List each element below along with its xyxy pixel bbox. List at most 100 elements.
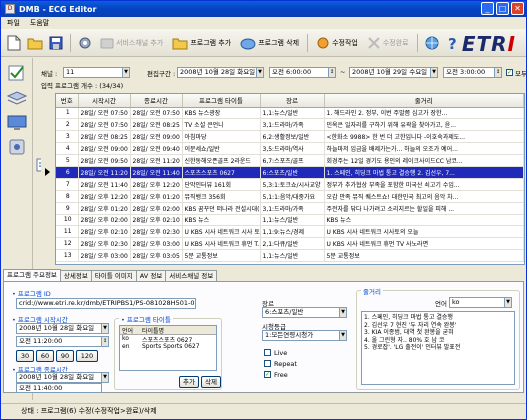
table-cell: 13	[56, 249, 79, 263]
column-header-genre[interactable]: 장르	[260, 94, 325, 108]
table-cell: KBS 뉴스	[182, 214, 261, 227]
table-cell: 하늘마저 임금을 배제가는가... 하늘의 오조가 예어...	[324, 142, 524, 156]
synopsis-language-dropdown-icon[interactable]: ▼	[504, 297, 512, 308]
table-row[interactable]: 7 28일/ 오전 11:40 28일/ 오후 12:20 단막인터뷰 161회 5,3…	[56, 178, 524, 191]
column-header-start-time[interactable]: 시작시간	[78, 94, 131, 108]
table-row[interactable]: 6 28일/ 오전 11:20 28일/ 오전 11:40 스포츠스포츠 0627 6:…	[56, 166, 524, 179]
column-header-title[interactable]: 프로그램 타이틀	[182, 94, 261, 108]
synopsis-textarea[interactable]: 1. 스페인, 히딩크 마법 통고 결승행 2. 김선우 7 현진 '두 자리 …	[361, 311, 515, 385]
channel-dropdown-icon[interactable]: ▼	[122, 67, 130, 78]
table-cell: 28일/ 오후 12:20	[78, 190, 131, 203]
minimize-button[interactable]: _	[481, 2, 494, 15]
program-end-date-field[interactable]: 2008년 10월 28일 화요일	[16, 372, 102, 383]
title-list-header: 언어 타이틀명	[120, 326, 216, 335]
main-info-panel: • 프로그램 ID crid://www.etri.re.kr/dmb/ETRI…	[3, 281, 524, 393]
tab-title-image[interactable]: 타이틀 이미지	[90, 270, 137, 281]
table-cell: 28일/ 오전 08:25	[130, 118, 183, 132]
program-end-time-field[interactable]: 오전 11:40:00	[16, 383, 102, 393]
table-row[interactable]: 3 28일/ 오전 08:25 28일/ 오전 09:00 아침마당 6,2:생활정보/…	[56, 130, 524, 144]
help-icon[interactable]: ?	[444, 34, 462, 52]
rating-select[interactable]: 1:모든연령시청가	[262, 330, 340, 341]
table-row[interactable]: 1 28일/ 오전 07:50 28일/ 오전 07:50 KBS 뉴스광장 1,1:뉴…	[56, 107, 524, 120]
delete-title-button[interactable]: 삭제	[201, 376, 221, 388]
table-row[interactable]: 13 28일/ 오후 03:00 28일/ 오후 03:05 5분 교통정보 1,1:뉴…	[56, 249, 524, 263]
table-cell: 28일/ 오전 07:50	[130, 107, 183, 120]
table-cell: 5,1:1:음악/대중가요	[260, 190, 325, 203]
globe-icon[interactable]	[423, 34, 441, 52]
end-time-field[interactable]: 오전 3:00:00	[443, 67, 495, 78]
add-title-button[interactable]: 추가	[179, 376, 199, 388]
check-icon[interactable]	[5, 62, 29, 84]
column-header-synopsis[interactable]: 줄거리	[324, 94, 524, 108]
title-name: Sports Sports 0627	[142, 343, 200, 350]
list-item[interactable]: en Sports Sports 0627	[120, 343, 216, 351]
new-file-icon[interactable]	[5, 34, 23, 52]
open-folder-icon[interactable]	[26, 34, 44, 52]
program-start-time-field[interactable]: 오전 11:20:00	[16, 336, 102, 347]
save-icon[interactable]	[47, 34, 65, 52]
title-bar[interactable]: D DMB - ECG Editor _ □ ✕	[1, 1, 526, 17]
table-row[interactable]: 4 28일/ 오전 09:00 28일/ 오전 09:40 이문세쇼/일반 3,5:드라…	[56, 142, 524, 156]
program-id-field[interactable]: crid://www.etri.re.kr/dmb/ETRIPBS1/PS-08…	[16, 298, 196, 309]
table-row[interactable]: 2 28일/ 오전 07:50 28일/ 오전 08:25 TV 소설 큰언니 3,1:…	[56, 118, 524, 132]
start-time-field[interactable]: 오전 6:00:00	[269, 67, 329, 78]
table-row[interactable]: 12 28일/ 오후 02:30 28일/ 오후 03:00 U KBS 시사 네트워…	[56, 237, 524, 251]
delete-program-button[interactable]: 프로그램 삭제	[237, 33, 302, 53]
live-checkbox[interactable]	[264, 349, 271, 356]
program-start-date-field[interactable]: 2008년 10월 28일 화요일	[16, 323, 102, 334]
menu-file[interactable]: 파일	[7, 18, 20, 28]
table-cell: 6	[56, 166, 79, 179]
edit-complete-button[interactable]: 수정완료	[364, 33, 412, 53]
quick-90-button[interactable]: 90	[56, 350, 74, 362]
menu-help[interactable]: 도움말	[30, 18, 49, 28]
add-program-button[interactable]: 프로그램 추가	[169, 33, 234, 53]
maximize-button[interactable]: □	[496, 2, 509, 15]
channel-select[interactable]: 11	[63, 67, 123, 78]
device-icon[interactable]	[5, 136, 29, 158]
table-row[interactable]: 9 28일/ 오후 01:20 28일/ 오후 02:00 KBS 꿈꾸던 떠나라 전…	[56, 202, 524, 215]
table-cell: 1,1:뉴스/일반	[260, 107, 325, 120]
tab-main-info[interactable]: 프로그램 주요정보	[3, 269, 61, 281]
monitor-icon[interactable]	[5, 112, 29, 134]
quick-120-button[interactable]: 120	[76, 350, 98, 362]
edit-work-button[interactable]: 수정작업	[313, 33, 361, 53]
table-row[interactable]: 11 28일/ 오후 02:10 28일/ 오후 02:30 U KBS 시사 네트워…	[56, 225, 524, 239]
table-row[interactable]: 10 28일/ 오후 02:00 28일/ 오후 02:10 KBS 뉴스 1,1:뉴스…	[56, 214, 524, 227]
tab-av-info[interactable]: AV 정보	[135, 270, 167, 281]
table-row[interactable]: 5 28일/ 오전 09:50 28일/ 오전 11:20 신한동해오픈골프 2라운드…	[56, 154, 524, 167]
add-program-label: 프로그램 추가	[190, 38, 232, 47]
quick-60-button[interactable]: 60	[36, 350, 54, 362]
column-header-number[interactable]: 번호	[56, 94, 79, 108]
start-date-field[interactable]: 2008년 10월 28일 화요일	[177, 67, 257, 78]
program-end-date-dropdown-icon[interactable]: ▼	[101, 372, 109, 383]
list-item[interactable]: ko 스포츠스포츠 0627	[120, 335, 216, 344]
start-date-dropdown-icon[interactable]: ▼	[256, 67, 264, 78]
genre-dropdown-icon[interactable]: ▼	[339, 307, 347, 318]
program-start-date-dropdown-icon[interactable]: ▼	[101, 323, 109, 334]
show-all-checkbox[interactable]: ✓	[506, 69, 513, 76]
rating-dropdown-icon[interactable]: ▼	[339, 330, 347, 341]
tab-service-channel-info[interactable]: 서비스채널 정보	[165, 270, 218, 281]
settings-gear-icon[interactable]	[76, 34, 94, 52]
add-service-channel-button[interactable]: 서비스채널 추가	[97, 33, 166, 53]
repeat-checkbox[interactable]	[264, 360, 271, 367]
table-cell: 회경주는 12일 경기도 용인의 레이크사이드CC 남코...	[324, 154, 524, 167]
genre-select[interactable]: 6:스포츠/일반	[262, 307, 340, 318]
table-cell: 스포츠스포츠 0627	[182, 166, 261, 179]
table-row[interactable]: 8 28일/ 오후 12:20 28일/ 오후 01:20 뮤직뱅크 356회 5,1:…	[56, 190, 524, 203]
tab-detail-info[interactable]: 상세정보	[59, 270, 92, 281]
free-checkbox[interactable]: ✓	[264, 371, 271, 378]
title-list[interactable]: 언어 타이틀명 ko 스포츠스포츠 0627 en Sports Sports …	[119, 325, 217, 371]
close-button[interactable]: ✕	[511, 2, 524, 15]
program-start-time-spinner[interactable]: ↕	[101, 336, 109, 347]
start-time-spinner[interactable]: ↕	[328, 67, 336, 78]
end-time-spinner[interactable]: ↕	[494, 67, 502, 78]
quick-30-button[interactable]: 30	[16, 350, 34, 362]
column-header-end-time[interactable]: 종료시간	[130, 94, 183, 108]
end-date-dropdown-icon[interactable]: ▼	[430, 67, 438, 78]
end-date-field[interactable]: 2008년 10월 29일 수요일	[349, 67, 431, 78]
stack-icon[interactable]	[5, 88, 29, 110]
table-cell: 아침마당	[182, 130, 261, 144]
table-cell: 1	[56, 107, 79, 120]
synopsis-language-select[interactable]: ko	[449, 297, 505, 308]
